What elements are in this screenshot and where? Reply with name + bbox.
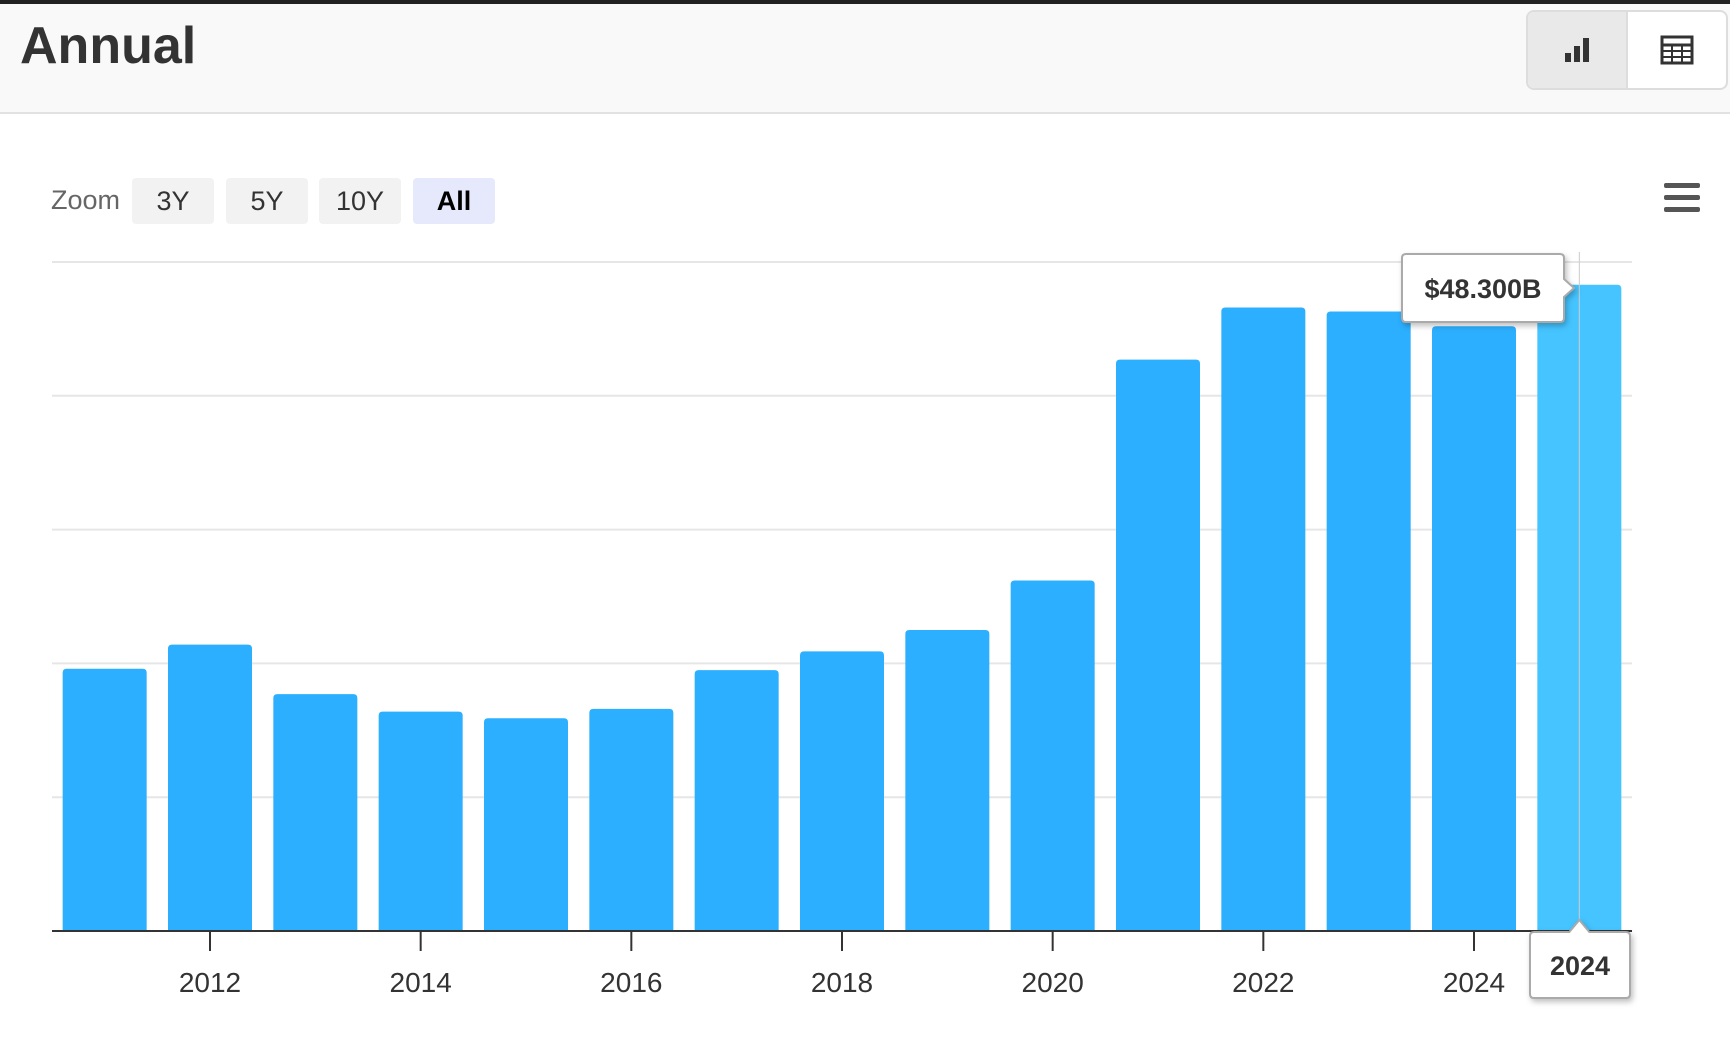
bar-2021[interactable] [1116, 359, 1200, 931]
x-tick-label: 2022 [1232, 967, 1294, 998]
bar-2020[interactable] [1010, 580, 1095, 931]
bar-2017[interactable] [694, 670, 779, 931]
bar-2023[interactable] [1326, 311, 1411, 932]
bar-2024[interactable] [1432, 326, 1516, 931]
x-tick-label: 2016 [600, 967, 662, 998]
bar-2015[interactable] [484, 718, 568, 931]
category-tooltip-text: 2024 [1550, 951, 1610, 981]
bar-2019[interactable] [905, 629, 990, 931]
bar-2011[interactable] [62, 668, 147, 931]
x-tick-label: 2024 [1443, 967, 1505, 998]
bar-chart: 2012 2014 2016 2018 2020 2022 2024 $48.300B 202… [52, 252, 1632, 999]
x-tick-label: 2020 [1022, 967, 1084, 998]
x-tick-label: 2018 [811, 967, 873, 998]
x-tick-label: 2014 [390, 967, 452, 998]
bars [62, 284, 1622, 932]
bar-2014[interactable] [378, 711, 463, 931]
x-axis: 2012 2014 2016 2018 2020 2022 2024 [52, 930, 1632, 998]
x-tick-label: 2012 [179, 967, 241, 998]
bar-2022[interactable] [1221, 307, 1306, 931]
bar-2016[interactable] [589, 708, 674, 931]
value-tooltip-text: $48.300B [1424, 274, 1541, 304]
bar-2018[interactable] [800, 651, 884, 931]
bar-2012[interactable] [168, 644, 252, 931]
bar-2013[interactable] [273, 694, 358, 931]
